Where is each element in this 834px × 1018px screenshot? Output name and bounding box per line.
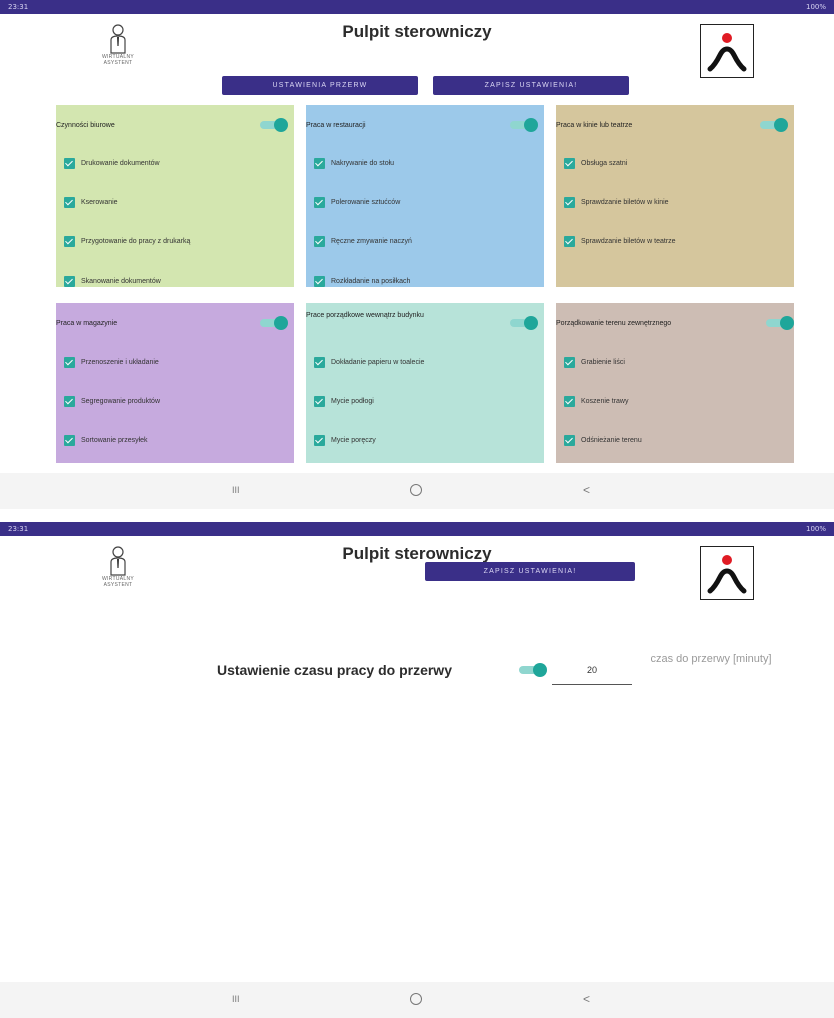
checkbox[interactable]: [64, 276, 75, 287]
category-toggle[interactable]: [260, 118, 288, 132]
category-label: Prace porządkowe wewnątrz budynku: [306, 312, 424, 319]
recents-icon[interactable]: III: [232, 994, 244, 1004]
brand-logo-icon: [700, 24, 754, 78]
logo-caption-2: ASYSTENT: [103, 582, 133, 588]
checkbox[interactable]: [564, 357, 575, 368]
dashboard-screen: 23:31 100% WIRTUALNY ASYSTENT Pulpit ste…: [0, 0, 834, 510]
category-card: Praca w kinie lub teatrze Obsługa szatni…: [556, 105, 794, 287]
category-label: Czynności biurowe: [56, 122, 115, 129]
checkbox[interactable]: [64, 236, 75, 247]
save-settings-button[interactable]: ZAPISZ USTAWIENIA!: [425, 562, 635, 581]
logo-caption-2: ASYSTENT: [103, 60, 133, 66]
status-bar: 23:31 100%: [0, 522, 834, 536]
back-icon[interactable]: <: [583, 483, 590, 497]
category-card: Prace porządkowe wewnątrz budynku Dokład…: [306, 303, 544, 463]
save-settings-button[interactable]: ZAPISZ USTAWIENIA!: [433, 76, 629, 95]
checkbox[interactable]: [314, 158, 325, 169]
break-time-toggle[interactable]: [519, 663, 547, 677]
category-label: Praca w kinie lub teatrze: [556, 122, 633, 129]
category-card: Praca w magazynie Przenoszenie i układan…: [56, 303, 294, 463]
checkbox[interactable]: [314, 396, 325, 407]
break-time-setting-label: Ustawienie czasu pracy do przerwy: [217, 662, 452, 678]
home-icon[interactable]: [410, 993, 422, 1005]
checkbox[interactable]: [314, 276, 325, 287]
checkbox[interactable]: [64, 158, 75, 169]
category-toggle[interactable]: [766, 316, 794, 330]
checkbox[interactable]: [314, 357, 325, 368]
checkbox[interactable]: [564, 435, 575, 446]
checkbox[interactable]: [314, 197, 325, 208]
category-card: Czynności biurowe Drukowanie dokumentów …: [56, 105, 294, 287]
status-time: 23:31: [8, 525, 29, 533]
battery-indicator: 100%: [805, 3, 826, 11]
break-minutes-hint: czas do przerwy [minuty]: [650, 653, 772, 665]
category-card: Praca w restauracji Nakrywanie do stołu …: [306, 105, 544, 287]
checkbox[interactable]: [564, 197, 575, 208]
checkbox[interactable]: [314, 236, 325, 247]
checkbox[interactable]: [564, 158, 575, 169]
category-label: Porządkowanie terenu zewnętrznego: [556, 320, 672, 327]
break-settings-button[interactable]: USTAWIENIA PRZERW: [222, 76, 418, 95]
break-settings-screen: 23:31 100% WIRTUALNY ASYSTENT Pulpit ste…: [0, 522, 834, 1018]
brand-logo-icon: [700, 546, 754, 600]
battery-indicator: 100%: [805, 525, 826, 533]
status-time: 23:31: [8, 3, 29, 11]
category-toggle[interactable]: [510, 118, 538, 132]
category-card: Porządkowanie terenu zewnętrznego Grabie…: [556, 303, 794, 463]
category-toggle[interactable]: [760, 118, 788, 132]
back-icon[interactable]: <: [583, 992, 590, 1006]
checkbox[interactable]: [64, 396, 75, 407]
recents-icon[interactable]: III: [232, 485, 244, 495]
home-icon[interactable]: [410, 484, 422, 496]
checkbox[interactable]: [64, 357, 75, 368]
category-label: Praca w magazynie: [56, 320, 118, 327]
android-navbar: III <: [0, 982, 834, 1018]
category-toggle[interactable]: [260, 316, 288, 330]
status-bar: 23:31 100%: [0, 0, 834, 14]
category-toggle[interactable]: [510, 316, 538, 330]
category-label: Praca w restauracji: [306, 122, 366, 129]
checkbox[interactable]: [64, 435, 75, 446]
checkbox[interactable]: [564, 236, 575, 247]
checkbox[interactable]: [564, 396, 575, 407]
checkbox[interactable]: [64, 197, 75, 208]
break-minutes-input[interactable]: [552, 656, 632, 685]
checkbox[interactable]: [314, 435, 325, 446]
android-navbar: III <: [0, 473, 834, 509]
